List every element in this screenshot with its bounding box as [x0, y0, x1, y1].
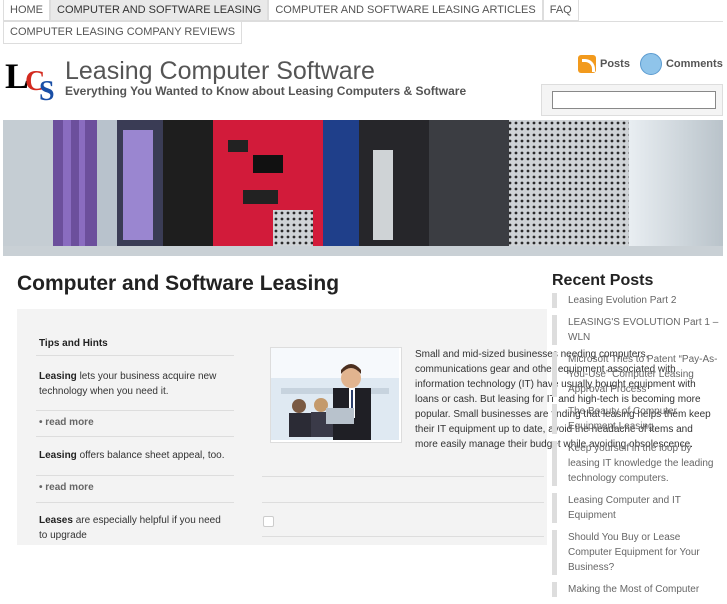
recent-posts-list: Leasing Evolution Part 2 LEASING'S EVOLU… [552, 293, 720, 604]
recent-post-link[interactable]: Leasing Evolution Part 2 [552, 293, 720, 308]
sidebar: Recent Posts Leasing Evolution Part 2 LE… [544, 262, 727, 597]
divider [36, 355, 234, 356]
tip-item: Leasing offers balance sheet appeal, too… [39, 448, 229, 463]
divider [262, 536, 544, 537]
business-people-photo [270, 347, 402, 443]
search-input[interactable] [552, 91, 716, 109]
recent-post-link[interactable]: Keep yourself in the loop by leasing IT … [552, 441, 720, 486]
read-more-link[interactable]: • read more [39, 417, 94, 428]
tip-bold: Leasing [39, 450, 77, 461]
comments-feed-link[interactable]: Comments [666, 58, 723, 70]
header-banner-image [3, 120, 723, 256]
recent-post-link[interactable]: Microsoft Tries to Patent “Pay-As-You-Us… [552, 352, 720, 397]
tip-bold: Leasing [39, 371, 77, 382]
site-title[interactable]: Leasing Computer Software [65, 57, 375, 86]
nav-item-home[interactable]: HOME [3, 0, 50, 21]
comments-bubble-icon [639, 53, 662, 75]
divider [262, 476, 544, 477]
recent-post-link[interactable]: Making the Most of Computer [552, 582, 720, 597]
divider [36, 502, 234, 503]
nav-item-leasing-articles[interactable]: COMPUTER AND SOFTWARE LEASING ARTICLES [268, 0, 543, 21]
read-more-link[interactable]: • read more [39, 482, 94, 493]
computer-hardware-illustration [3, 120, 723, 256]
nav-row-2: COMPUTER LEASING COMPANY REVIEWS [3, 21, 723, 44]
site-tagline: Everything You Wanted to Know about Leas… [65, 84, 467, 98]
divider [36, 410, 234, 411]
nav-item-company-reviews[interactable]: COMPUTER LEASING COMPANY REVIEWS [3, 22, 243, 44]
nav-row-1: HOME COMPUTER AND SOFTWARE LEASING COMPU… [3, 0, 723, 21]
nav-item-computer-and-software-leasing[interactable]: COMPUTER AND SOFTWARE LEASING [50, 0, 269, 21]
posts-feed-link[interactable]: Posts [600, 58, 630, 70]
tip-item: Leasing lets your business acquire new t… [39, 369, 229, 399]
nav-item-faq[interactable]: FAQ [542, 0, 579, 21]
divider [36, 475, 234, 476]
feed-links: Posts Comments [578, 53, 723, 75]
checkbox[interactable] [263, 516, 274, 527]
rss-icon [578, 55, 596, 73]
tips-title: Tips and Hints [39, 338, 108, 349]
recent-post-link[interactable]: LEASING'S EVOLUTION Part 1 – WLN [552, 315, 720, 345]
recent-post-link[interactable]: Leasing Computer and IT Equipment [552, 493, 720, 523]
recent-post-link[interactable]: The Beauty of Computer Equipment Leasing [552, 404, 720, 434]
tip-text: offers balance sheet appeal, too. [76, 450, 225, 461]
site-logo[interactable]: L C S [5, 58, 57, 106]
divider [262, 502, 544, 503]
divider [36, 436, 234, 437]
sidebar-title: Recent Posts [552, 272, 654, 289]
search-box [541, 84, 723, 116]
page-title: Computer and Software Leasing [17, 272, 340, 295]
tip-bold: Leases [39, 515, 73, 526]
tip-item: Leases are especially helpful if you nee… [39, 513, 229, 543]
top-navigation: HOME COMPUTER AND SOFTWARE LEASING COMPU… [3, 0, 723, 44]
logo-letter-s: S [39, 76, 55, 107]
recent-post-link[interactable]: Should You Buy or Lease Computer Equipme… [552, 530, 720, 575]
business-people-illustration [271, 348, 399, 440]
